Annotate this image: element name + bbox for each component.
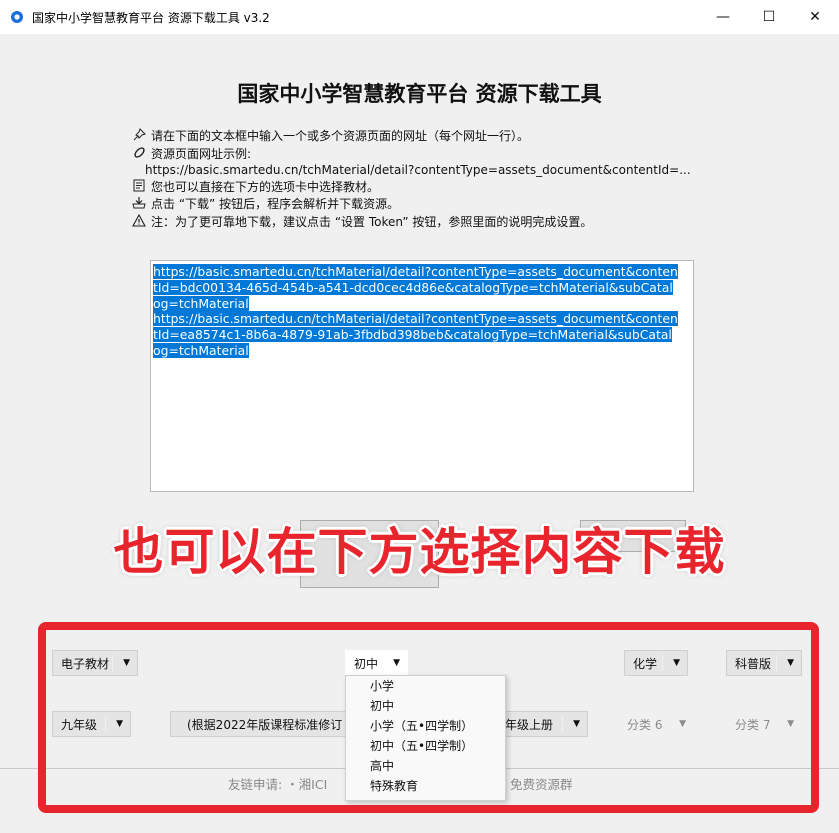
highlight-frame — [38, 622, 819, 813]
close-button[interactable]: ✕ — [792, 0, 838, 34]
minimize-button[interactable]: — — [700, 0, 746, 34]
instruction-line: 请在下面的文本框中输入一个或多个资源页面的网址（每个网址一行）。 — [131, 128, 751, 146]
instruction-line: 您也可以直接在下方的选项卡中选择教材。 — [131, 179, 751, 197]
url-line: https://basic.smartedu.cn/tchMaterial/de… — [153, 311, 678, 327]
url-line: tId=ea8574c1-8b6a-4879-91ab-3fbdbd398beb… — [153, 327, 672, 343]
instruction-line: 点击 “下载” 按钮后，程序会解析并下载资源。 — [131, 196, 751, 214]
link-icon — [131, 146, 147, 164]
download-icon — [131, 196, 147, 214]
app-window: 国家中小学智慧教育平台 资源下载工具 v3.2 — ☐ ✕ 国家中小学智慧教育平… — [0, 0, 839, 833]
instructions: 请在下面的文本框中输入一个或多个资源页面的网址（每个网址一行）。 资源页面网址示… — [131, 128, 751, 231]
url-input-textarea[interactable]: https://basic.smartedu.cn/tchMaterial/de… — [150, 260, 694, 492]
window-title: 国家中小学智慧教育平台 资源下载工具 v3.2 — [32, 11, 270, 25]
instruction-text: 注：为了更可靠地下载，建议点击 “设置 Token” 按钮，参照里面的说明完成设… — [151, 214, 593, 229]
url-line: og=tchMaterial — [153, 295, 249, 311]
app-logo-icon — [11, 11, 23, 23]
instruction-line: 注：为了更可靠地下载，建议点击 “设置 Token” 按钮，参照里面的说明完成设… — [131, 213, 751, 232]
example-url: https://basic.smartedu.cn/tchMaterial/de… — [145, 163, 691, 177]
note-icon — [131, 179, 147, 197]
maximize-button[interactable]: ☐ — [746, 0, 792, 34]
instruction-line: https://basic.smartedu.cn/tchMaterial/de… — [131, 163, 751, 179]
url-line: tId=bdc00134-465d-454b-a541-dcd0cec4d86e… — [153, 279, 673, 295]
instruction-text: 请在下面的文本框中输入一个或多个资源页面的网址（每个网址一行）。 — [151, 129, 530, 143]
page-title: 国家中小学智慧教育平台 资源下载工具 — [237, 82, 602, 106]
pin-icon — [131, 128, 147, 146]
warning-icon — [131, 213, 147, 232]
selected-url-text: https://basic.smartedu.cn/tchMaterial/de… — [153, 264, 691, 359]
url-line: https://basic.smartedu.cn/tchMaterial/de… — [153, 264, 678, 279]
url-line: og=tchMaterial — [153, 342, 249, 358]
instruction-text: 点击 “下载” 按钮后，程序会解析并下载资源。 — [151, 197, 400, 211]
title-bar[interactable]: 国家中小学智慧教育平台 资源下载工具 v3.2 — ☐ ✕ — [0, 0, 839, 34]
overlay-caption: 也可以在下方选择内容下载 — [113, 523, 726, 581]
instruction-text: 您也可以直接在下方的选项卡中选择教材。 — [151, 179, 380, 194]
instruction-line: 资源页面网址示例: — [131, 146, 751, 164]
instruction-text: 资源页面网址示例: — [151, 146, 252, 161]
